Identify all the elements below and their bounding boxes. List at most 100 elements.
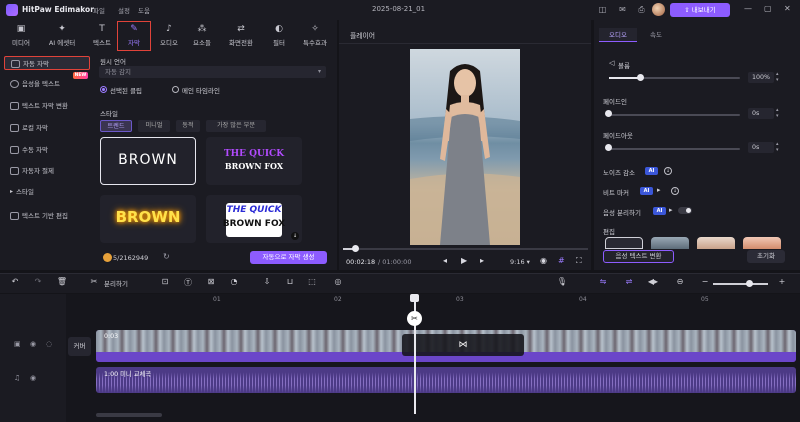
playhead-handle[interactable]	[410, 294, 419, 302]
subnav-styles[interactable]: ▸ 스타일	[4, 185, 90, 199]
link-icon[interactable]: ⇋	[597, 277, 609, 286]
fadein-slider[interactable]	[609, 114, 740, 116]
split-audio-icon[interactable]: ◀▸	[647, 277, 659, 286]
speech-to-text-button[interactable]: 음성 텍스트 변환	[603, 250, 674, 263]
menu-help[interactable]: 도움	[138, 5, 150, 15]
track-volume-icon[interactable]: ◉	[30, 374, 36, 382]
fadeout-slider[interactable]	[609, 148, 740, 150]
toggle-arrow-icon[interactable]: ▸	[669, 206, 673, 214]
tab-speed-props[interactable]: 속도	[650, 28, 662, 42]
play-icon[interactable]: ▶	[461, 256, 467, 265]
export-button[interactable]: ⇪ 내보내기	[670, 3, 730, 17]
redo-icon[interactable]: ↷	[32, 277, 44, 286]
save-icon[interactable]: ⎙	[636, 4, 647, 15]
zoom-slider-handle[interactable]	[746, 280, 753, 287]
subnav-silence-cut[interactable]: 자동자 절제	[4, 164, 90, 178]
track-mute-icon[interactable]: ◉	[30, 340, 36, 348]
style-card-brown-glow[interactable]: BROWN	[100, 195, 196, 243]
subnav-text-to-speech[interactable]: 텍스트 자막 변환	[4, 99, 90, 113]
fit-timeline-icon[interactable]: ⊖	[674, 277, 686, 286]
delete-icon[interactable]: 🗑	[56, 277, 68, 286]
avatar[interactable]	[652, 3, 665, 16]
style-tab-dynamic[interactable]: 동적	[176, 120, 200, 132]
speed-icon[interactable]: ◔	[228, 277, 240, 286]
generate-captions-button[interactable]: 자동으로 자막 생성	[250, 251, 327, 264]
crop-icon[interactable]: ⊡	[159, 277, 171, 286]
minimize-icon[interactable]: —	[744, 4, 752, 13]
mark-icon[interactable]: ⊔	[284, 277, 296, 286]
language-select[interactable]: 자동 감지 ▾	[99, 66, 326, 78]
subnav-speech-to-text[interactable]: 음성을 텍스트	[4, 77, 90, 91]
tab-text[interactable]: T 텍스트	[86, 20, 118, 52]
fadeout-stepper[interactable]: ▴ ▾	[776, 141, 779, 153]
voice-preset-thumb[interactable]	[605, 237, 643, 249]
fadeout-slider-handle[interactable]	[605, 144, 612, 151]
next-frame-icon[interactable]: ▸	[480, 256, 484, 265]
zoom-in-icon[interactable]: +	[776, 277, 788, 286]
transition-marker[interactable]: ⋈	[402, 334, 524, 356]
tab-ai[interactable]: ✦ AI 에셋터	[42, 20, 82, 52]
magnet-icon[interactable]: ⇌	[623, 277, 635, 286]
style-card-quick-fox-purple[interactable]: THE QUICK BROWN FOX	[206, 137, 302, 185]
tab-effects[interactable]: ✧ 특수효과	[297, 20, 333, 52]
split-label[interactable]: 분리하기	[104, 278, 128, 288]
tab-audio-props[interactable]: 오디오	[599, 28, 637, 42]
style-tab-minimal[interactable]: 미니멀	[138, 120, 170, 132]
fullscreen-icon[interactable]: ⛶	[576, 256, 582, 266]
microphone-icon[interactable]: 🎙	[556, 277, 568, 286]
timeline-scrollbar[interactable]	[96, 413, 162, 417]
fadein-slider-handle[interactable]	[605, 110, 612, 117]
record-icon[interactable]: ◎	[332, 277, 344, 286]
download-icon[interactable]: ↓	[664, 167, 672, 175]
cover-button[interactable]: 커버	[68, 337, 91, 356]
fadein-stepper[interactable]: ▴ ▾	[776, 107, 779, 119]
style-card-quick-fox-white[interactable]: THE QUICK BROWN FOX ↓	[206, 195, 302, 243]
notification-icon[interactable]: ◫	[597, 4, 608, 15]
download-icon[interactable]: ↓	[671, 187, 679, 195]
scissors-icon[interactable]: ✂	[88, 277, 100, 286]
voice-separation-toggle[interactable]	[678, 207, 692, 214]
player-scrubber-handle[interactable]	[352, 245, 359, 252]
refresh-icon[interactable]: ↻	[163, 252, 170, 261]
fadeout-value[interactable]: 0s	[748, 142, 774, 153]
tab-transition[interactable]: ⇄ 화면전환	[222, 20, 260, 52]
voice-preset-thumb[interactable]	[743, 237, 781, 249]
prev-frame-icon[interactable]: ◂	[443, 256, 447, 265]
volume-stepper[interactable]: ▴ ▾	[776, 71, 779, 83]
scissors-icon[interactable]: ✂	[407, 311, 422, 326]
volume-value[interactable]: 100%	[748, 72, 774, 83]
aspect-ratio-select[interactable]: 9:16 ▾	[510, 258, 530, 266]
subnav-manual-captions[interactable]: 수동 자막	[4, 143, 90, 157]
import-icon[interactable]: ⇩	[261, 277, 273, 286]
zoom-slider[interactable]	[713, 283, 768, 285]
menu-file[interactable]: 파일	[93, 5, 105, 15]
menu-settings[interactable]: 설정	[118, 5, 130, 15]
keyframe-icon[interactable]: ⬚	[306, 277, 318, 286]
style-tab-trend[interactable]: 트렌드	[100, 120, 132, 132]
snapshot-icon[interactable]: ◉	[540, 256, 547, 265]
close-icon[interactable]: ✕	[784, 4, 791, 13]
freeze-icon[interactable]: ⊠	[205, 277, 217, 286]
track-lock-icon[interactable]: ◌	[46, 340, 52, 348]
voice-preset-thumb[interactable]	[651, 237, 689, 249]
tab-media[interactable]: ▣ 미디어	[5, 20, 37, 52]
subnav-auto-captions[interactable]: 자동 자막	[4, 56, 90, 70]
volume-slider-handle[interactable]	[637, 74, 644, 81]
tab-audio[interactable]: ♪ 오디오	[153, 20, 185, 52]
text-tool-icon[interactable]: Ⓣ	[182, 277, 194, 288]
player-scrubber-track[interactable]	[343, 248, 588, 250]
reset-button[interactable]: 초기화	[747, 250, 785, 263]
subnav-text-based-editing[interactable]: 텍스트 기반 편집	[4, 209, 90, 223]
radio-selected-clip[interactable]	[100, 86, 107, 93]
download-icon[interactable]: ↓	[291, 232, 299, 240]
style-tab-popular[interactable]: 가장 많은 부분	[206, 120, 266, 132]
toggle-arrow-icon[interactable]: ▸	[657, 186, 661, 194]
video-preview[interactable]	[410, 49, 520, 245]
mail-icon[interactable]: ✉	[617, 4, 628, 15]
voice-preset-thumb[interactable]	[697, 237, 735, 249]
subnav-local-captions[interactable]: 로컬 자막	[4, 121, 90, 135]
maximize-icon[interactable]: ▢	[764, 4, 772, 13]
zoom-out-icon[interactable]: −	[699, 277, 711, 286]
tab-filter[interactable]: ◐ 필터	[263, 20, 295, 52]
undo-icon[interactable]: ↶	[9, 277, 21, 286]
